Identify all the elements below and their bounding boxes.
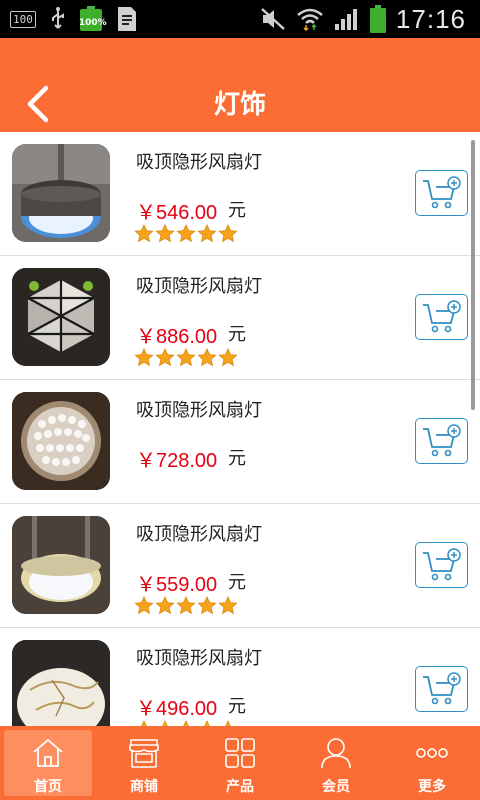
product-item[interactable]: 吸顶隐形风扇灯 ￥546.00 元 bbox=[0, 132, 480, 256]
star-icon bbox=[197, 348, 217, 367]
nav-item-member[interactable]: 会员 bbox=[288, 726, 384, 800]
more-icon bbox=[416, 748, 448, 758]
star-icon bbox=[176, 348, 196, 367]
add-to-cart-button[interactable] bbox=[415, 294, 468, 340]
star-icon bbox=[218, 348, 238, 367]
star-icon bbox=[197, 596, 217, 615]
status-bar: 100 100% 17:16 bbox=[0, 0, 480, 38]
status-right-icons: 17:16 bbox=[260, 0, 466, 38]
product-name: 吸顶隐形风扇灯 bbox=[136, 648, 262, 669]
battery-small-label: 100% bbox=[78, 18, 107, 28]
product-image bbox=[12, 640, 110, 726]
cart-add-icon bbox=[423, 548, 461, 581]
nav-label: 商铺 bbox=[130, 779, 158, 795]
status-box-indicator: 100 bbox=[10, 10, 36, 28]
cart-add-icon bbox=[423, 176, 461, 209]
product-item[interactable]: 吸顶隐形风扇灯 ￥496.00 元 bbox=[0, 628, 480, 726]
star-icon bbox=[134, 348, 154, 367]
product-item[interactable]: 吸顶隐形风扇灯 ￥886.00 元 bbox=[0, 256, 480, 380]
product-price: ￥728.00 bbox=[136, 450, 218, 472]
clock: 17:16 bbox=[395, 3, 466, 34]
price-unit: 元 bbox=[228, 324, 246, 345]
add-to-cart-button[interactable] bbox=[415, 542, 468, 588]
document-icon bbox=[117, 7, 136, 31]
product-price: ￥546.00 bbox=[136, 202, 218, 224]
product-name: 吸顶隐形风扇灯 bbox=[136, 400, 262, 421]
status-left-icons: 100 100% bbox=[10, 0, 138, 38]
usb-icon bbox=[51, 7, 64, 29]
price-unit: 元 bbox=[228, 572, 246, 593]
app-header: 灯饰 bbox=[0, 38, 480, 132]
star-icon bbox=[155, 224, 175, 243]
product-image bbox=[12, 392, 110, 490]
price-unit: 元 bbox=[228, 200, 246, 221]
nav-label: 首页 bbox=[34, 779, 62, 795]
cart-add-icon bbox=[423, 300, 461, 333]
add-to-cart-button[interactable] bbox=[415, 170, 468, 216]
nav-label: 会员 bbox=[322, 779, 350, 795]
store-icon bbox=[129, 739, 159, 768]
star-icon bbox=[155, 348, 175, 367]
price-unit: 元 bbox=[228, 696, 246, 717]
product-list[interactable]: 吸顶隐形风扇灯 ￥546.00 元 吸顶隐形风扇灯 ￥886.00 元 吸顶隐形… bbox=[0, 132, 480, 726]
scrollbar[interactable] bbox=[471, 140, 475, 410]
nav-item-more[interactable]: 更多 bbox=[384, 726, 480, 800]
rating-stars bbox=[134, 596, 238, 615]
add-to-cart-button[interactable] bbox=[415, 418, 468, 464]
home-icon bbox=[33, 739, 63, 767]
star-icon bbox=[176, 224, 196, 243]
star-icon bbox=[197, 224, 217, 243]
rating-stars bbox=[134, 224, 238, 243]
signal-icon bbox=[334, 9, 357, 30]
product-item[interactable]: 吸顶隐形风扇灯 ￥728.00 元 bbox=[0, 380, 480, 504]
product-price: ￥496.00 bbox=[136, 698, 218, 720]
user-icon bbox=[321, 738, 351, 769]
mute-icon bbox=[261, 8, 285, 30]
add-to-cart-button[interactable] bbox=[415, 666, 468, 712]
bottom-nav: 首页 商铺 产品 会员 更多 bbox=[0, 726, 480, 800]
rating-stars bbox=[134, 348, 238, 367]
product-image bbox=[12, 516, 110, 614]
grid-icon bbox=[225, 738, 255, 768]
product-image bbox=[12, 268, 110, 366]
product-name: 吸顶隐形风扇灯 bbox=[136, 152, 262, 173]
product-item[interactable]: 吸顶隐形风扇灯 ￥559.00 元 bbox=[0, 504, 480, 628]
nav-item-home[interactable]: 首页 bbox=[0, 726, 96, 800]
product-price: ￥886.00 bbox=[136, 326, 218, 348]
star-icon bbox=[134, 596, 154, 615]
star-icon bbox=[218, 596, 238, 615]
nav-label: 更多 bbox=[418, 779, 446, 795]
star-icon bbox=[218, 224, 238, 243]
page-title: 灯饰 bbox=[213, 90, 266, 120]
wifi-icon bbox=[297, 8, 323, 31]
nav-item-store[interactable]: 商铺 bbox=[96, 726, 192, 800]
cart-add-icon bbox=[423, 424, 461, 457]
product-price: ￥559.00 bbox=[136, 574, 218, 596]
star-icon bbox=[155, 596, 175, 615]
product-image bbox=[12, 144, 110, 242]
battery-icon bbox=[369, 5, 386, 33]
price-unit: 元 bbox=[228, 448, 246, 469]
star-icon bbox=[134, 224, 154, 243]
battery-full-icon: 100% bbox=[79, 6, 107, 32]
product-name: 吸顶隐形风扇灯 bbox=[136, 276, 262, 297]
star-icon bbox=[176, 596, 196, 615]
nav-item-products[interactable]: 产品 bbox=[192, 726, 288, 800]
product-name: 吸顶隐形风扇灯 bbox=[136, 524, 262, 545]
cart-add-icon bbox=[423, 672, 461, 705]
nav-label: 产品 bbox=[226, 779, 254, 795]
